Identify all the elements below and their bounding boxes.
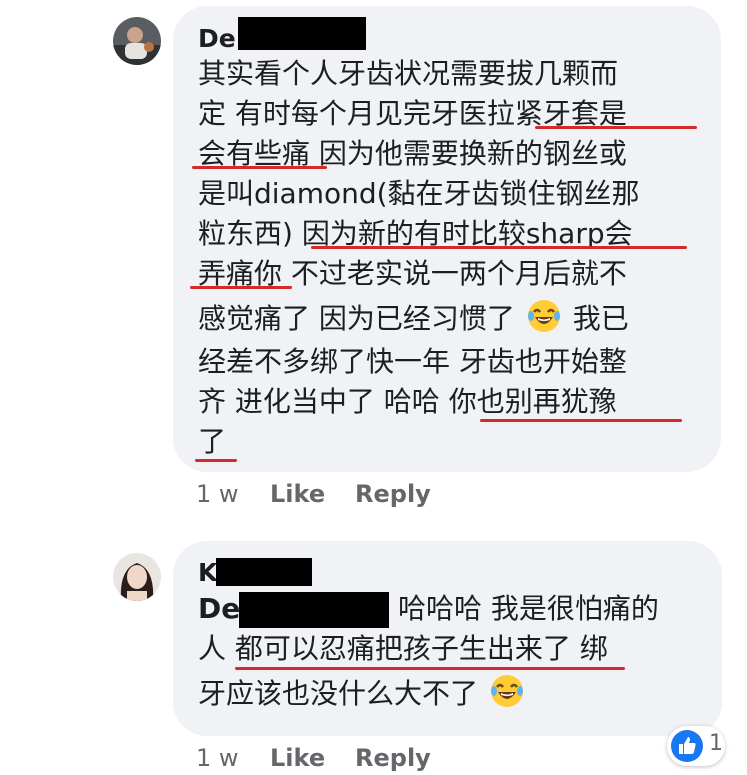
reply-button[interactable]: Reply <box>355 744 431 772</box>
comment-text-line: 了 <box>198 425 227 458</box>
comment-text-segment: 牙应该也没什么大不了 <box>198 677 479 710</box>
like-button[interactable]: Like <box>270 480 325 508</box>
laughing-tears-emoji <box>527 300 560 332</box>
highlight-underline <box>535 126 697 129</box>
comment-text-line: 经差不多绑了快一年 牙齿也开始整 <box>198 345 627 378</box>
comment-bubble: De 其实看个人牙齿状况需要拔几颗而 定 有时每个月见完牙医拉紧牙套是 会有些痛… <box>173 6 721 472</box>
reaction-count: 1 <box>709 731 723 756</box>
commenter-avatar[interactable] <box>113 553 161 601</box>
reaction-summary[interactable]: 1 <box>667 726 725 766</box>
comment-text-line: 齐 进化当中了 哈哈 你也别再犹豫 <box>198 385 617 418</box>
comment-text-line: 牙应该也没什么大不了 <box>198 673 527 714</box>
highlight-underline <box>311 246 687 249</box>
laughing-tears-emoji <box>490 675 523 707</box>
comment-author[interactable]: K <box>198 558 217 588</box>
highlight-underline <box>480 419 682 422</box>
comment-text-line: 感觉痛了 因为已经习惯了 我已 <box>198 298 629 339</box>
comment-text-line: 其实看个人牙齿状况需要拔几颗而 <box>198 57 619 90</box>
redaction-bar <box>216 558 312 586</box>
commenter-avatar[interactable] <box>113 17 161 65</box>
highlight-underline <box>192 166 327 169</box>
thumbs-up-icon <box>671 730 703 762</box>
mention-link[interactable]: De <box>198 592 240 625</box>
highlight-underline <box>195 459 237 462</box>
highlight-underline <box>235 667 625 670</box>
reply-button[interactable]: Reply <box>355 480 431 508</box>
comment-bubble: K De 哈哈哈 我是很怕痛的 人 都可以忍痛把孩子生出来了 绑 牙应该也没什么… <box>173 541 722 736</box>
comment-text-segment: 我已 <box>572 302 629 335</box>
like-button[interactable]: Like <box>270 744 325 772</box>
comment-timestamp[interactable]: 1 w <box>196 480 239 508</box>
comment-text-line: 是叫diamond(黏在牙齿锁住钢丝那 <box>198 177 640 210</box>
comment-text-line: 人 都可以忍痛把孩子生出来了 绑 <box>198 632 608 665</box>
redaction-bar <box>239 592 389 628</box>
comment-text-line: 哈哈哈 我是很怕痛的 <box>398 592 659 625</box>
highlight-underline <box>190 286 292 289</box>
redaction-bar <box>238 17 366 50</box>
comment-author[interactable]: De <box>198 24 236 54</box>
comment-timestamp[interactable]: 1 w <box>196 744 239 772</box>
comment-text-segment: 感觉痛了 因为已经习惯了 <box>198 302 515 335</box>
comment-text-line: De <box>198 589 240 629</box>
